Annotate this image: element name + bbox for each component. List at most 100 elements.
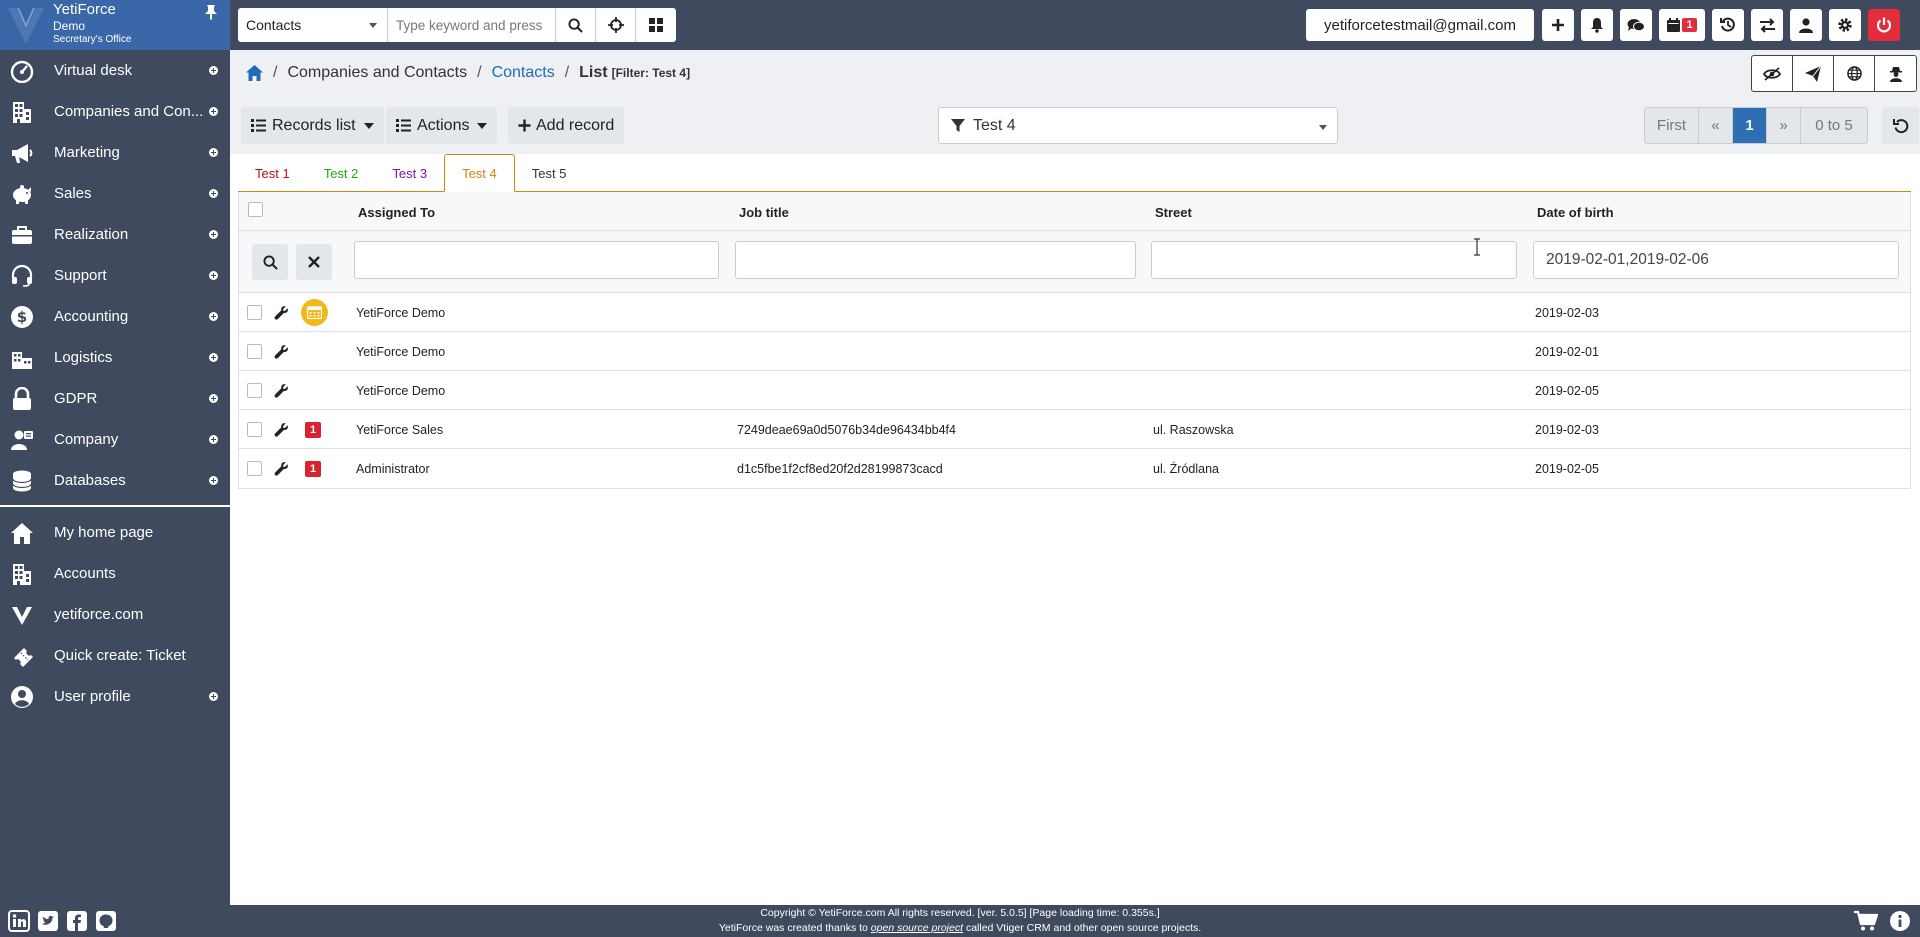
privacy-button[interactable] bbox=[1875, 56, 1916, 91]
filter-assigned-to-input[interactable] bbox=[354, 241, 719, 279]
column-job-title[interactable]: Job title bbox=[739, 205, 789, 220]
row-checkbox[interactable] bbox=[247, 344, 262, 359]
search-module-select[interactable]: Contacts bbox=[238, 8, 388, 42]
sidebar-item-sales[interactable]: Sales bbox=[0, 173, 230, 214]
wrench-icon[interactable] bbox=[274, 344, 289, 359]
expand-plus-icon[interactable] bbox=[209, 692, 218, 701]
cell-assigned-to[interactable]: YetiForce Demo bbox=[356, 306, 445, 320]
send-button[interactable] bbox=[1793, 56, 1834, 91]
search-input[interactable] bbox=[388, 8, 556, 42]
expand-plus-icon[interactable] bbox=[209, 148, 218, 157]
filter-job-title-input[interactable] bbox=[735, 241, 1136, 279]
custom-view-select[interactable]: Test 4 bbox=[938, 107, 1338, 144]
table-row[interactable]: YetiForce Demo 2019-02-03 bbox=[239, 293, 1910, 332]
reminders-button[interactable]: 1 bbox=[1659, 9, 1705, 41]
sidebar-item-databases[interactable]: Databases bbox=[0, 460, 230, 501]
sidebar-item-logistics[interactable]: Logistics bbox=[0, 337, 230, 378]
history-button[interactable] bbox=[1712, 9, 1744, 41]
wrench-icon[interactable] bbox=[274, 305, 289, 320]
tab-test-5[interactable]: Test 5 bbox=[515, 154, 584, 192]
table-row[interactable]: 1 Administrator d1c5fbe1f2cf8ed20f2d281998… bbox=[239, 449, 1910, 488]
wrench-icon[interactable] bbox=[274, 461, 289, 476]
cell-assigned-to[interactable]: Administrator bbox=[356, 462, 430, 476]
calendar-event-icon[interactable] bbox=[301, 299, 328, 326]
clear-search-button[interactable] bbox=[296, 244, 332, 280]
cell-assigned-to[interactable]: YetiForce Demo bbox=[356, 384, 445, 398]
brand-block[interactable]: YetiForce Demo Secretary's Office bbox=[0, 0, 230, 50]
record-count-badge[interactable]: 1 bbox=[305, 461, 321, 477]
record-count-badge[interactable]: 1 bbox=[305, 422, 321, 438]
page-current-button[interactable]: 1 bbox=[1733, 108, 1767, 143]
wrench-icon[interactable] bbox=[274, 422, 289, 437]
logout-button[interactable] bbox=[1868, 9, 1900, 41]
row-checkbox[interactable] bbox=[247, 461, 262, 476]
pin-icon[interactable] bbox=[204, 4, 218, 20]
cell-assigned-to[interactable]: YetiForce Sales bbox=[356, 423, 443, 437]
expand-plus-icon[interactable] bbox=[209, 476, 218, 485]
search-grid-button[interactable] bbox=[636, 8, 676, 42]
sidebar-item-accounting[interactable]: $ Accounting bbox=[0, 296, 230, 337]
search-button[interactable] bbox=[556, 8, 596, 42]
sidebar-shortcut-quick-create-ticket[interactable]: Quick create: Ticket bbox=[0, 635, 230, 676]
tab-test-4[interactable]: Test 4 bbox=[444, 154, 515, 192]
sidebar-shortcut-user-profile[interactable]: User profile bbox=[0, 676, 230, 717]
select-all-checkbox[interactable] bbox=[248, 202, 263, 217]
sidebar-shortcut-my-home-page[interactable]: My home page bbox=[0, 512, 230, 553]
filter-street-input[interactable] bbox=[1151, 241, 1517, 279]
chat-button[interactable] bbox=[1620, 9, 1652, 41]
expand-plus-icon[interactable] bbox=[209, 312, 218, 321]
cell-assigned-to[interactable]: YetiForce Demo bbox=[356, 345, 445, 359]
user-account-button[interactable] bbox=[1790, 9, 1822, 41]
info-icon[interactable] bbox=[1888, 910, 1912, 932]
column-street[interactable]: Street bbox=[1155, 205, 1192, 220]
sidebar-item-company[interactable]: Company bbox=[0, 419, 230, 460]
sidebar-item-realization[interactable]: Realization bbox=[0, 214, 230, 255]
sidebar-item-companies-and-con[interactable]: Companies and Con... bbox=[0, 91, 230, 132]
mail-account-button[interactable]: yetiforcetestmail@gmail.com bbox=[1306, 9, 1534, 41]
tab-test-3[interactable]: Test 3 bbox=[375, 154, 444, 192]
shopping-cart-icon[interactable] bbox=[1854, 910, 1878, 932]
row-checkbox[interactable] bbox=[247, 305, 262, 320]
actions-button[interactable]: Actions bbox=[386, 107, 498, 144]
sidebar-item-support[interactable]: Support bbox=[0, 255, 230, 296]
expand-plus-icon[interactable] bbox=[209, 394, 218, 403]
expand-plus-icon[interactable] bbox=[209, 189, 218, 198]
expand-plus-icon[interactable] bbox=[209, 353, 218, 362]
home-icon[interactable] bbox=[246, 65, 263, 81]
sidebar-item-gdpr[interactable]: GDPR bbox=[0, 378, 230, 419]
reload-button[interactable] bbox=[1882, 107, 1919, 144]
table-row[interactable]: YetiForce Demo 2019-02-01 bbox=[239, 332, 1910, 371]
column-assigned-to[interactable]: Assigned To bbox=[358, 205, 435, 220]
table-row[interactable]: 1 YetiForce Sales 7249deae69a0d5076b34de96… bbox=[239, 410, 1910, 449]
row-checkbox[interactable] bbox=[247, 422, 262, 437]
advanced-search-button[interactable] bbox=[596, 8, 636, 42]
open-source-link[interactable]: open source project bbox=[871, 922, 963, 934]
row-checkbox[interactable] bbox=[247, 383, 262, 398]
expand-plus-icon[interactable] bbox=[209, 435, 218, 444]
breadcrumb-contacts-link[interactable]: Contacts bbox=[492, 64, 555, 82]
filter-date-of-birth-input[interactable] bbox=[1533, 241, 1899, 279]
page-next-button[interactable]: » bbox=[1767, 108, 1801, 143]
page-prev-button[interactable]: « bbox=[1699, 108, 1733, 143]
sidebar-shortcut-yetiforce-com[interactable]: yetiforce.com bbox=[0, 594, 230, 635]
table-row[interactable]: YetiForce Demo 2019-02-05 bbox=[239, 371, 1910, 410]
expand-plus-icon[interactable] bbox=[209, 107, 218, 116]
notifications-button[interactable] bbox=[1581, 9, 1613, 41]
quick-create-button[interactable] bbox=[1542, 9, 1574, 41]
tab-test-1[interactable]: Test 1 bbox=[238, 154, 307, 192]
page-first-button[interactable]: First bbox=[1645, 108, 1699, 143]
search-records-button[interactable] bbox=[252, 244, 288, 280]
expand-plus-icon[interactable] bbox=[209, 271, 218, 280]
hide-button[interactable] bbox=[1752, 56, 1793, 91]
add-record-button[interactable]: Add record bbox=[508, 107, 625, 144]
records-list-button[interactable]: Records list bbox=[241, 107, 384, 144]
sidebar-shortcut-accounts[interactable]: Accounts bbox=[0, 553, 230, 594]
wrench-icon[interactable] bbox=[274, 383, 289, 398]
sidebar-item-marketing[interactable]: Marketing bbox=[0, 132, 230, 173]
sidebar-item-virtual-desk[interactable]: Virtual desk bbox=[0, 50, 230, 91]
expand-plus-icon[interactable] bbox=[209, 66, 218, 75]
column-date-of-birth[interactable]: Date of birth bbox=[1537, 205, 1614, 220]
switch-users-button[interactable] bbox=[1751, 9, 1783, 41]
tab-test-2[interactable]: Test 2 bbox=[307, 154, 376, 192]
web-button[interactable] bbox=[1834, 56, 1875, 91]
